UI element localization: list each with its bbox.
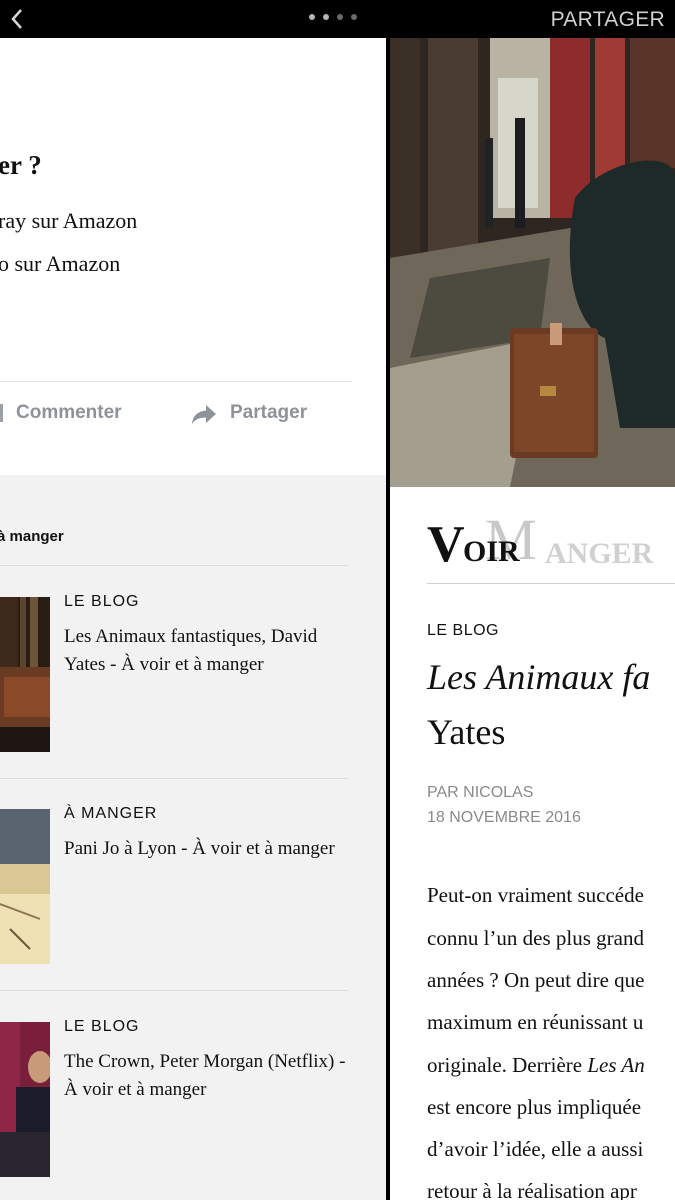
top-bar: PARTAGER — [0, 0, 675, 38]
page-dot — [337, 14, 343, 20]
article-title-cont: Yates — [427, 712, 506, 752]
share-button[interactable]: Partager — [230, 402, 307, 424]
amazon-link[interactable]: o sur Amazon — [0, 251, 120, 277]
article-body-line: connu l’un des plus grand — [427, 926, 644, 950]
article-title: Les Animaux fa — [427, 657, 651, 697]
share-button[interactable]: PARTAGER — [551, 8, 665, 32]
card-category: LE BLOG — [64, 593, 140, 610]
amazon-link[interactable]: ray sur Amazon — [0, 208, 137, 234]
article-body-line: Peut-on vraiment succéde — [427, 883, 644, 907]
right-panel: M V OIR ANGER LE BLOG Les Animaux fa Yat… — [390, 38, 675, 1200]
divider — [427, 583, 675, 584]
card-title[interactable]: Les Animaux fantastiques, David Yates - … — [64, 623, 354, 679]
share-arrow-icon[interactable] — [190, 402, 218, 426]
related-header: à manger — [0, 528, 64, 545]
card-title[interactable]: The Crown, Peter Morgan (Netflix) - À vo… — [64, 1048, 354, 1104]
svg-text:V: V — [427, 516, 465, 569]
article-footer: er ? ray sur Amazon o sur Amazon Comment… — [0, 38, 386, 475]
logo: M V OIR ANGER — [427, 507, 654, 569]
page-dot — [309, 14, 315, 20]
article-date: 18 NOVEMBRE 2016 — [427, 809, 581, 826]
card-category: LE BLOG — [64, 1018, 140, 1035]
article-body-line: années ? On peut dire que — [427, 968, 645, 992]
comment-button[interactable]: Commenter — [16, 402, 122, 424]
divider — [0, 990, 348, 991]
article-body-line: originale. Derrière Les An — [427, 1053, 645, 1078]
thumbnail-image — [0, 809, 50, 964]
related-card[interactable]: À MANGER Pani Jo à Lyon - À voir et à ma… — [0, 805, 386, 969]
hero-image — [390, 38, 675, 487]
divider — [0, 565, 348, 566]
left-panel: er ? ray sur Amazon o sur Amazon Comment… — [0, 38, 386, 1200]
article-category: LE BLOG — [427, 622, 499, 639]
page-indicator — [309, 14, 357, 22]
article-author: PAR NICOLAS — [427, 784, 534, 801]
article-body-line: d’avoir l’idée, elle a aussi — [427, 1137, 644, 1161]
card-category: À MANGER — [64, 805, 158, 822]
divider — [0, 778, 348, 779]
related-card[interactable]: LE BLOG Les Animaux fantastiques, David … — [0, 593, 386, 757]
card-title[interactable]: Pani Jo à Lyon - À voir et à manger — [64, 835, 354, 863]
back-chevron-icon[interactable] — [6, 6, 28, 32]
thumbnail-image — [0, 597, 50, 752]
article-body-line: maximum en réunissant u — [427, 1010, 644, 1034]
body-text: originale. Derrière — [427, 1053, 588, 1077]
page-dot — [351, 14, 357, 20]
thumbnail-image — [0, 1022, 50, 1177]
article-body-line: retour à la réalisation apr — [427, 1179, 637, 1200]
svg-text:OIR: OIR — [463, 535, 520, 568]
buy-title: er ? — [0, 150, 42, 180]
page-dot — [323, 14, 329, 20]
article-body-line: est encore plus impliquée — [427, 1095, 642, 1119]
comment-icon[interactable] — [0, 404, 3, 422]
divider — [0, 381, 352, 382]
svg-text:ANGER: ANGER — [545, 537, 654, 569]
related-card[interactable]: LE BLOG The Crown, Peter Morgan (Netflix… — [0, 1018, 386, 1182]
body-italic-text: Les An — [587, 1053, 645, 1077]
